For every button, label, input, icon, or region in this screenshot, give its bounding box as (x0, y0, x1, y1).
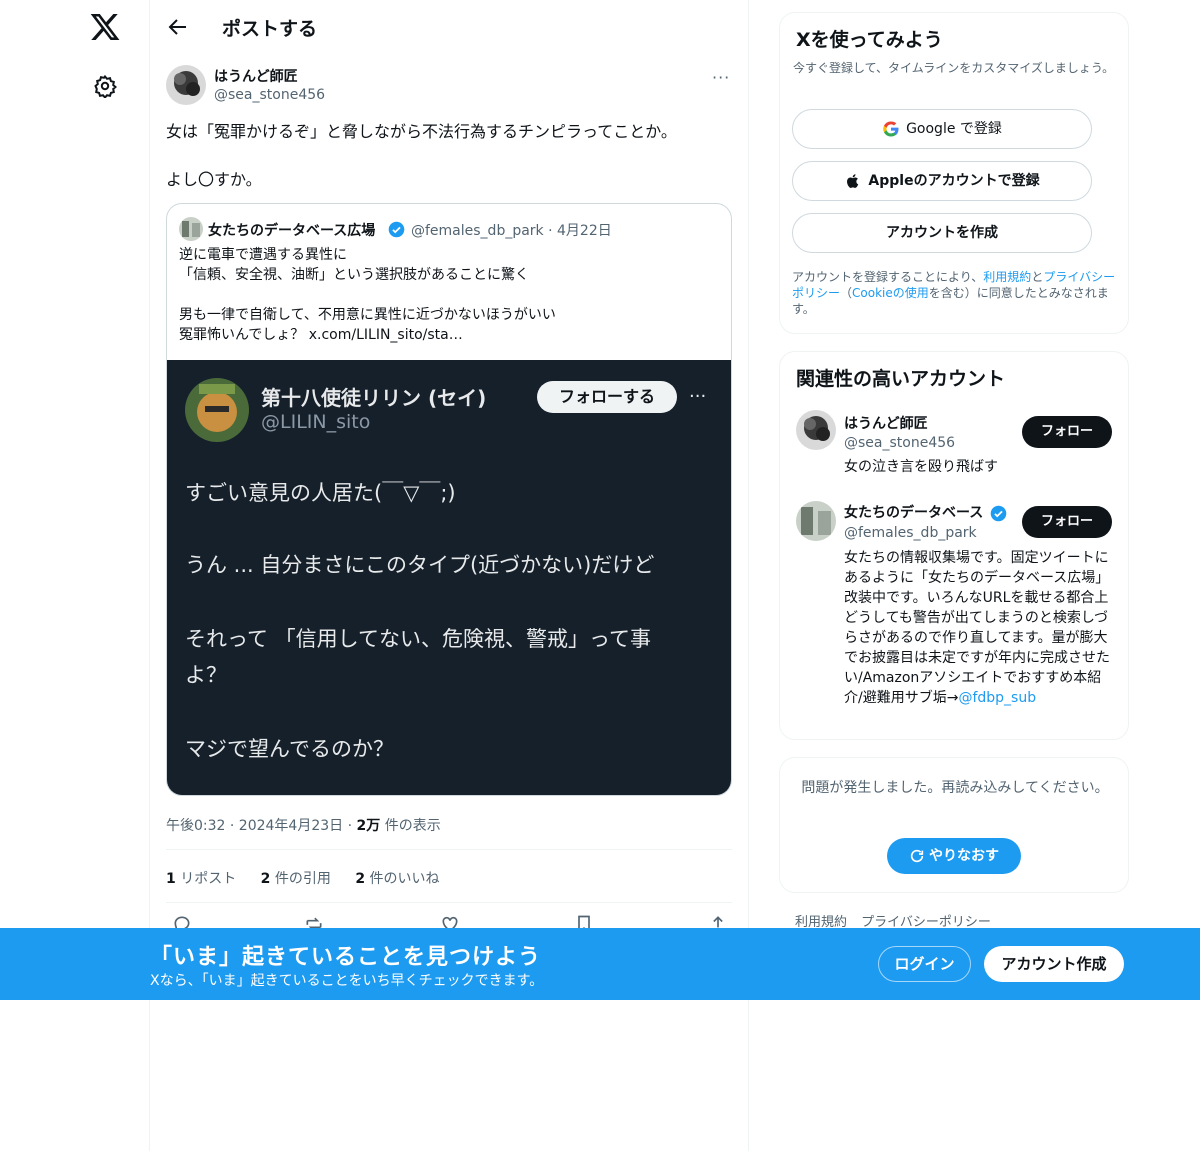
avatar (179, 217, 203, 241)
image-text-line: マジで望んでるのか？ (185, 737, 394, 761)
google-signup-label: Google で登録 (906, 121, 1002, 137)
apple-signup-button[interactable]: Appleのアカウントで登録 (792, 161, 1092, 201)
quoted-tweet-text: 逆に電車で遭遇する異性に 「信頼、安全視、油断」という選択肢があることに驚く 男… (179, 247, 556, 343)
image-text-line: うん ... 自分まさにこのタイプ(近づかない)だけど (185, 553, 655, 577)
legal-text: アカウントを登録することにより、利用規約とプライバシーポリシー（Cookieの使… (792, 270, 1116, 316)
login-button[interactable]: ログイン (878, 946, 971, 982)
apple-signup-label: Appleのアカウントで登録 (868, 173, 1040, 189)
reposts-stat[interactable]: 1 リポスト (166, 871, 236, 887)
verified-badge-icon (388, 221, 405, 238)
tweet-stats: 1 リポスト 2 件の引用 2 件のいいね (166, 868, 460, 888)
error-card: 問題が発生しました。再読み込みしてください。 やりなおす (779, 757, 1129, 893)
timestamp-text: 午後0:32 · 2024年4月23日 · (166, 818, 357, 834)
image-author-name: 第十八使徒リリン (セイ) (261, 386, 487, 410)
google-icon (883, 121, 899, 137)
account-handle[interactable]: @females_db_park (844, 525, 977, 541)
account-name[interactable]: 女たちのデータベース (844, 502, 1007, 522)
tweet-timestamp[interactable]: 午後0:32 · 2024年4月23日 · 2万 件の表示 (166, 815, 441, 835)
signup-card: Xを使ってみよう 今すぐ登録して、タイムラインをカスタマイズしましょう。 Goo… (779, 12, 1129, 334)
more-options-icon[interactable]: ··· (712, 68, 730, 87)
account-bio: 女たちの情報収集場です。固定ツイートにあるように「女たちのデータベース広場」改装… (844, 550, 1110, 706)
quoted-author-handle: @females_db_park · 4月22日 (411, 223, 612, 239)
avatar[interactable] (796, 501, 836, 541)
banner-title: 「いま」起きていることを見つけよう (150, 945, 542, 970)
signup-subtitle: 今すぐ登録して、タイムラインをカスタマイズしましょう。 (793, 61, 1115, 75)
image-author-handle: @LILIN_sito (261, 411, 371, 433)
retry-button[interactable]: やりなおす (887, 838, 1021, 874)
avatar (185, 378, 249, 442)
verified-badge-icon (990, 505, 1007, 521)
image-text-line: それって 「信用してない、危険視、警戒」って事 (185, 627, 651, 651)
likes-stat[interactable]: 2 件のいいね (355, 871, 439, 887)
signup-banner: 「いま」起きていることを見つけよう Xなら、「いま」起きていることをいち早くチェ… (0, 928, 1200, 1000)
divider (166, 902, 732, 903)
follow-button[interactable]: フォロー (1022, 506, 1112, 538)
divider (166, 849, 732, 850)
image-text-line: すごい意見の人居た(￣▽￣;) (185, 481, 456, 505)
related-accounts-card: 関連性の高いアカウント はうんど師匠 @sea_stone456 女の泣き言を殴… (779, 351, 1129, 740)
cookie-link[interactable]: Cookieの使用 (852, 286, 929, 300)
avatar[interactable] (166, 65, 206, 105)
avatar[interactable] (796, 410, 836, 450)
account-name[interactable]: はうんど師匠 (844, 413, 928, 433)
quoted-author-name: 女たちのデータベース広場 (208, 223, 376, 239)
image-follow-button: フォローする (537, 381, 677, 413)
account-bio: 女の泣き言を殴り飛ばす (844, 459, 998, 475)
refresh-icon (910, 849, 924, 863)
author-name[interactable]: はうんど師匠 (214, 66, 298, 86)
related-title: 関連性の高いアカウント (796, 368, 1006, 390)
account-handle[interactable]: @sea_stone456 (844, 435, 955, 451)
quoted-tweet-image[interactable]: 第十八使徒リリン (セイ) @LILIN_sito フォローする ··· すごい… (167, 360, 731, 795)
create-account-button[interactable]: アカウントを作成 (792, 213, 1092, 253)
author-handle[interactable]: @sea_stone456 (214, 87, 325, 103)
create-account-button[interactable]: アカウント作成 (984, 946, 1124, 982)
error-message: 問題が発生しました。再読み込みしてください。 (801, 780, 1109, 796)
top-bar: ポストする (150, 0, 748, 55)
apple-icon (847, 174, 859, 188)
bio-link[interactable]: @fdbp_sub (958, 690, 1036, 706)
follow-button[interactable]: フォロー (1022, 416, 1112, 448)
quotes-stat[interactable]: 2 件の引用 (261, 871, 331, 887)
arrow-left-icon[interactable] (166, 15, 190, 39)
quoted-tweet[interactable]: 女たちのデータベース広場 @females_db_park · 4月22日 逆に… (166, 203, 732, 796)
image-text-line: よ？ (185, 663, 227, 687)
more-options-icon: ··· (689, 386, 707, 407)
views-label: 件の表示 (380, 818, 441, 834)
google-signup-button[interactable]: Google で登録 (792, 109, 1092, 149)
page-title: ポストする (222, 18, 318, 40)
terms-link[interactable]: 利用規約 (983, 270, 1031, 284)
signup-title: Xを使ってみよう (796, 29, 943, 51)
views-count: 2万 (356, 818, 381, 834)
tweet-text: 女は「冤罪かけるぞ」と脅しながら不法行為するチンピラってことか。 よし〇すか。 (166, 122, 677, 189)
banner-subtitle: Xなら、「いま」起きていることをいち早くチェックできます。 (150, 973, 544, 989)
gear-icon[interactable] (93, 74, 117, 98)
x-logo-icon[interactable] (89, 11, 121, 43)
